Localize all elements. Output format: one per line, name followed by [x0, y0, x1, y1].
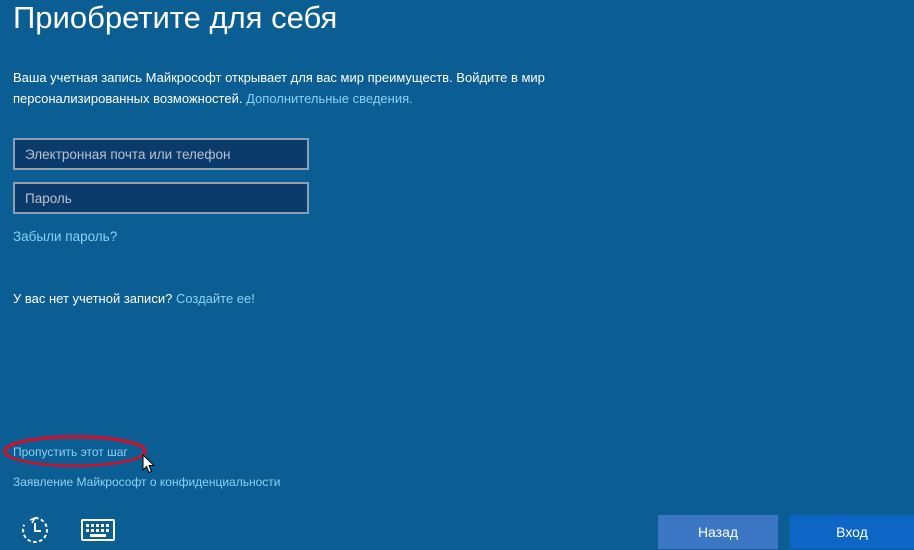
mouse-pointer-icon	[142, 454, 156, 474]
privacy-statement-link[interactable]: Заявление Майкрософт о конфиденциальност…	[13, 473, 280, 491]
back-button[interactable]: Назад	[658, 515, 778, 549]
learn-more-link[interactable]: Дополнительные сведения.	[246, 91, 413, 106]
no-account-text: У вас нет учетной записи?	[13, 291, 173, 306]
ease-of-access-icon[interactable]	[20, 515, 50, 545]
skip-step-link[interactable]: Пропустить этот шаг	[13, 443, 128, 461]
password-field[interactable]	[13, 182, 309, 214]
intro-paragraph: Ваша учетная запись Майкрософт открывает…	[13, 67, 653, 109]
page-title: Приобретите для себя	[13, 0, 338, 35]
login-button[interactable]: Вход	[790, 515, 914, 549]
create-account-link[interactable]: Создайте ее!	[176, 291, 255, 306]
email-field[interactable]	[13, 138, 309, 170]
forgot-password-link[interactable]: Забыли пароль?	[13, 228, 117, 246]
no-account-line: У вас нет учетной записи? Создайте ее!	[13, 290, 255, 308]
keyboard-icon[interactable]	[81, 519, 115, 541]
